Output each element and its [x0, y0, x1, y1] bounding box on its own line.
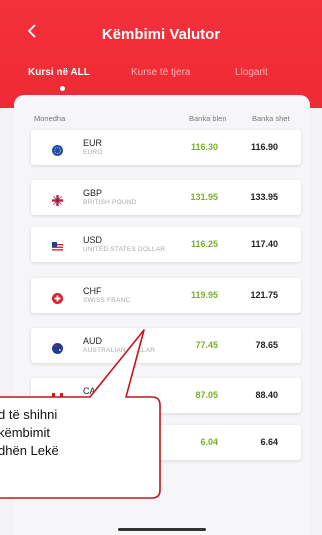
currency-name: CANADIAN DOLLAR	[83, 397, 148, 404]
sell-rate: 117.40	[250, 239, 278, 249]
page-title: Këmbimi Valutor	[101, 26, 221, 43]
callout-text: d të shihni këmbimit dhën Lekë	[0, 406, 148, 460]
buy-rate: 116.25	[190, 239, 218, 249]
sell-rate: 88.40	[255, 390, 278, 400]
sell-rate: 121.75	[250, 290, 278, 300]
table-row[interactable]: AUD AUSTRALIAN DOLLAR 77.45 78.65	[31, 328, 301, 363]
buy-rate: 6.04	[200, 437, 218, 447]
currency-code: AUD	[83, 336, 103, 346]
active-tab-indicator	[60, 86, 65, 91]
sell-rate: 6.64	[260, 437, 278, 447]
column-header-buy: Banka blen	[189, 114, 227, 123]
tab-kursi-ne-all[interactable]: Kursi në ALL	[28, 67, 90, 78]
buy-rate: 119.95	[190, 290, 218, 300]
column-header-currency: Monedha	[34, 114, 66, 123]
currency-code: CAD	[83, 386, 103, 396]
ch-flag-icon	[52, 291, 63, 304]
uk-flag-icon	[52, 193, 63, 206]
column-header-sell: Banka shet	[252, 114, 290, 123]
buy-rate: 116.30	[190, 142, 218, 152]
currency-name: BRITISH POUND	[83, 199, 137, 206]
table-row[interactable]: EUR EURO 116.30 116.90	[31, 130, 301, 165]
tab-llogarit[interactable]: Llogarit	[235, 67, 268, 78]
currency-code: EUR	[83, 138, 103, 148]
table-row[interactable]: GBP BRITISH POUND 131.95 133.95	[31, 180, 301, 215]
currency-name: EURO	[83, 149, 103, 156]
buy-rate: 87.05	[195, 390, 218, 400]
currency-name: UNITED STATES DOLLAR	[83, 246, 166, 253]
eu-flag-icon	[52, 143, 63, 156]
sell-rate: 78.65	[255, 340, 278, 350]
au-flag-icon	[52, 341, 63, 354]
tab-kurse-te-tjera[interactable]: Kurse të tjera	[131, 67, 190, 78]
app-header: Këmbimi Valutor Kursi në ALL Kurse të tj…	[0, 0, 322, 108]
ca-flag-icon	[52, 391, 63, 404]
buy-rate: 131.95	[190, 192, 218, 202]
callout-line: dhën Lekë	[0, 443, 59, 458]
table-row[interactable]: USD UNITED STATES DOLLAR 116.25 117.40	[31, 227, 301, 262]
currency-code: GBP	[83, 188, 103, 198]
sell-rate: 133.95	[250, 192, 278, 202]
buy-rate: 77.45	[195, 340, 218, 350]
currency-name: AUSTRALIAN DOLLAR	[83, 347, 156, 354]
us-flag-icon	[52, 240, 63, 253]
callout-line: këmbimit	[0, 425, 51, 440]
callout-line: d të shihni	[0, 407, 58, 422]
currency-code: CHF	[83, 286, 102, 296]
currency-name: SWISS FRANC	[83, 297, 131, 304]
currency-code: USD	[83, 235, 103, 245]
sell-rate: 116.90	[250, 142, 278, 152]
table-row[interactable]: CHF SWISS FRANC 119.95 121.75	[31, 278, 301, 313]
